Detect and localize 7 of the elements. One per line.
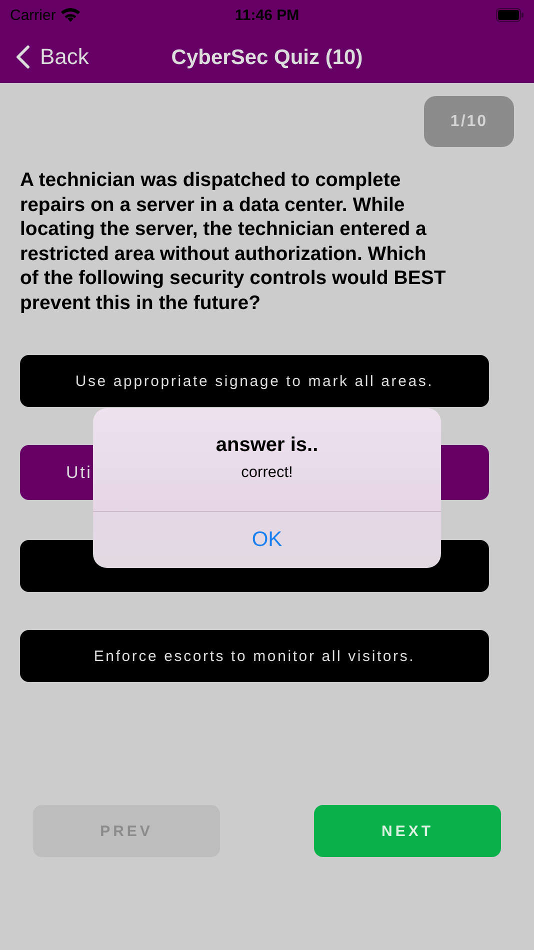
carrier-name: Carrier xyxy=(10,6,56,24)
clock: 11:46 PM xyxy=(234,6,300,24)
alert-title: answer is.. xyxy=(216,434,318,457)
alert-message: correct! xyxy=(241,464,293,482)
question-counter: 1/10 xyxy=(424,96,514,147)
question-text: A technician was dispatched to complete repairs on a server in a data center. While locating the server, the technician entered a restricted area without authorization. Which of the following security controls would BEST prevent this in the future? xyxy=(20,168,447,315)
screen-title: CyberSec Quiz (10) xyxy=(171,46,363,68)
